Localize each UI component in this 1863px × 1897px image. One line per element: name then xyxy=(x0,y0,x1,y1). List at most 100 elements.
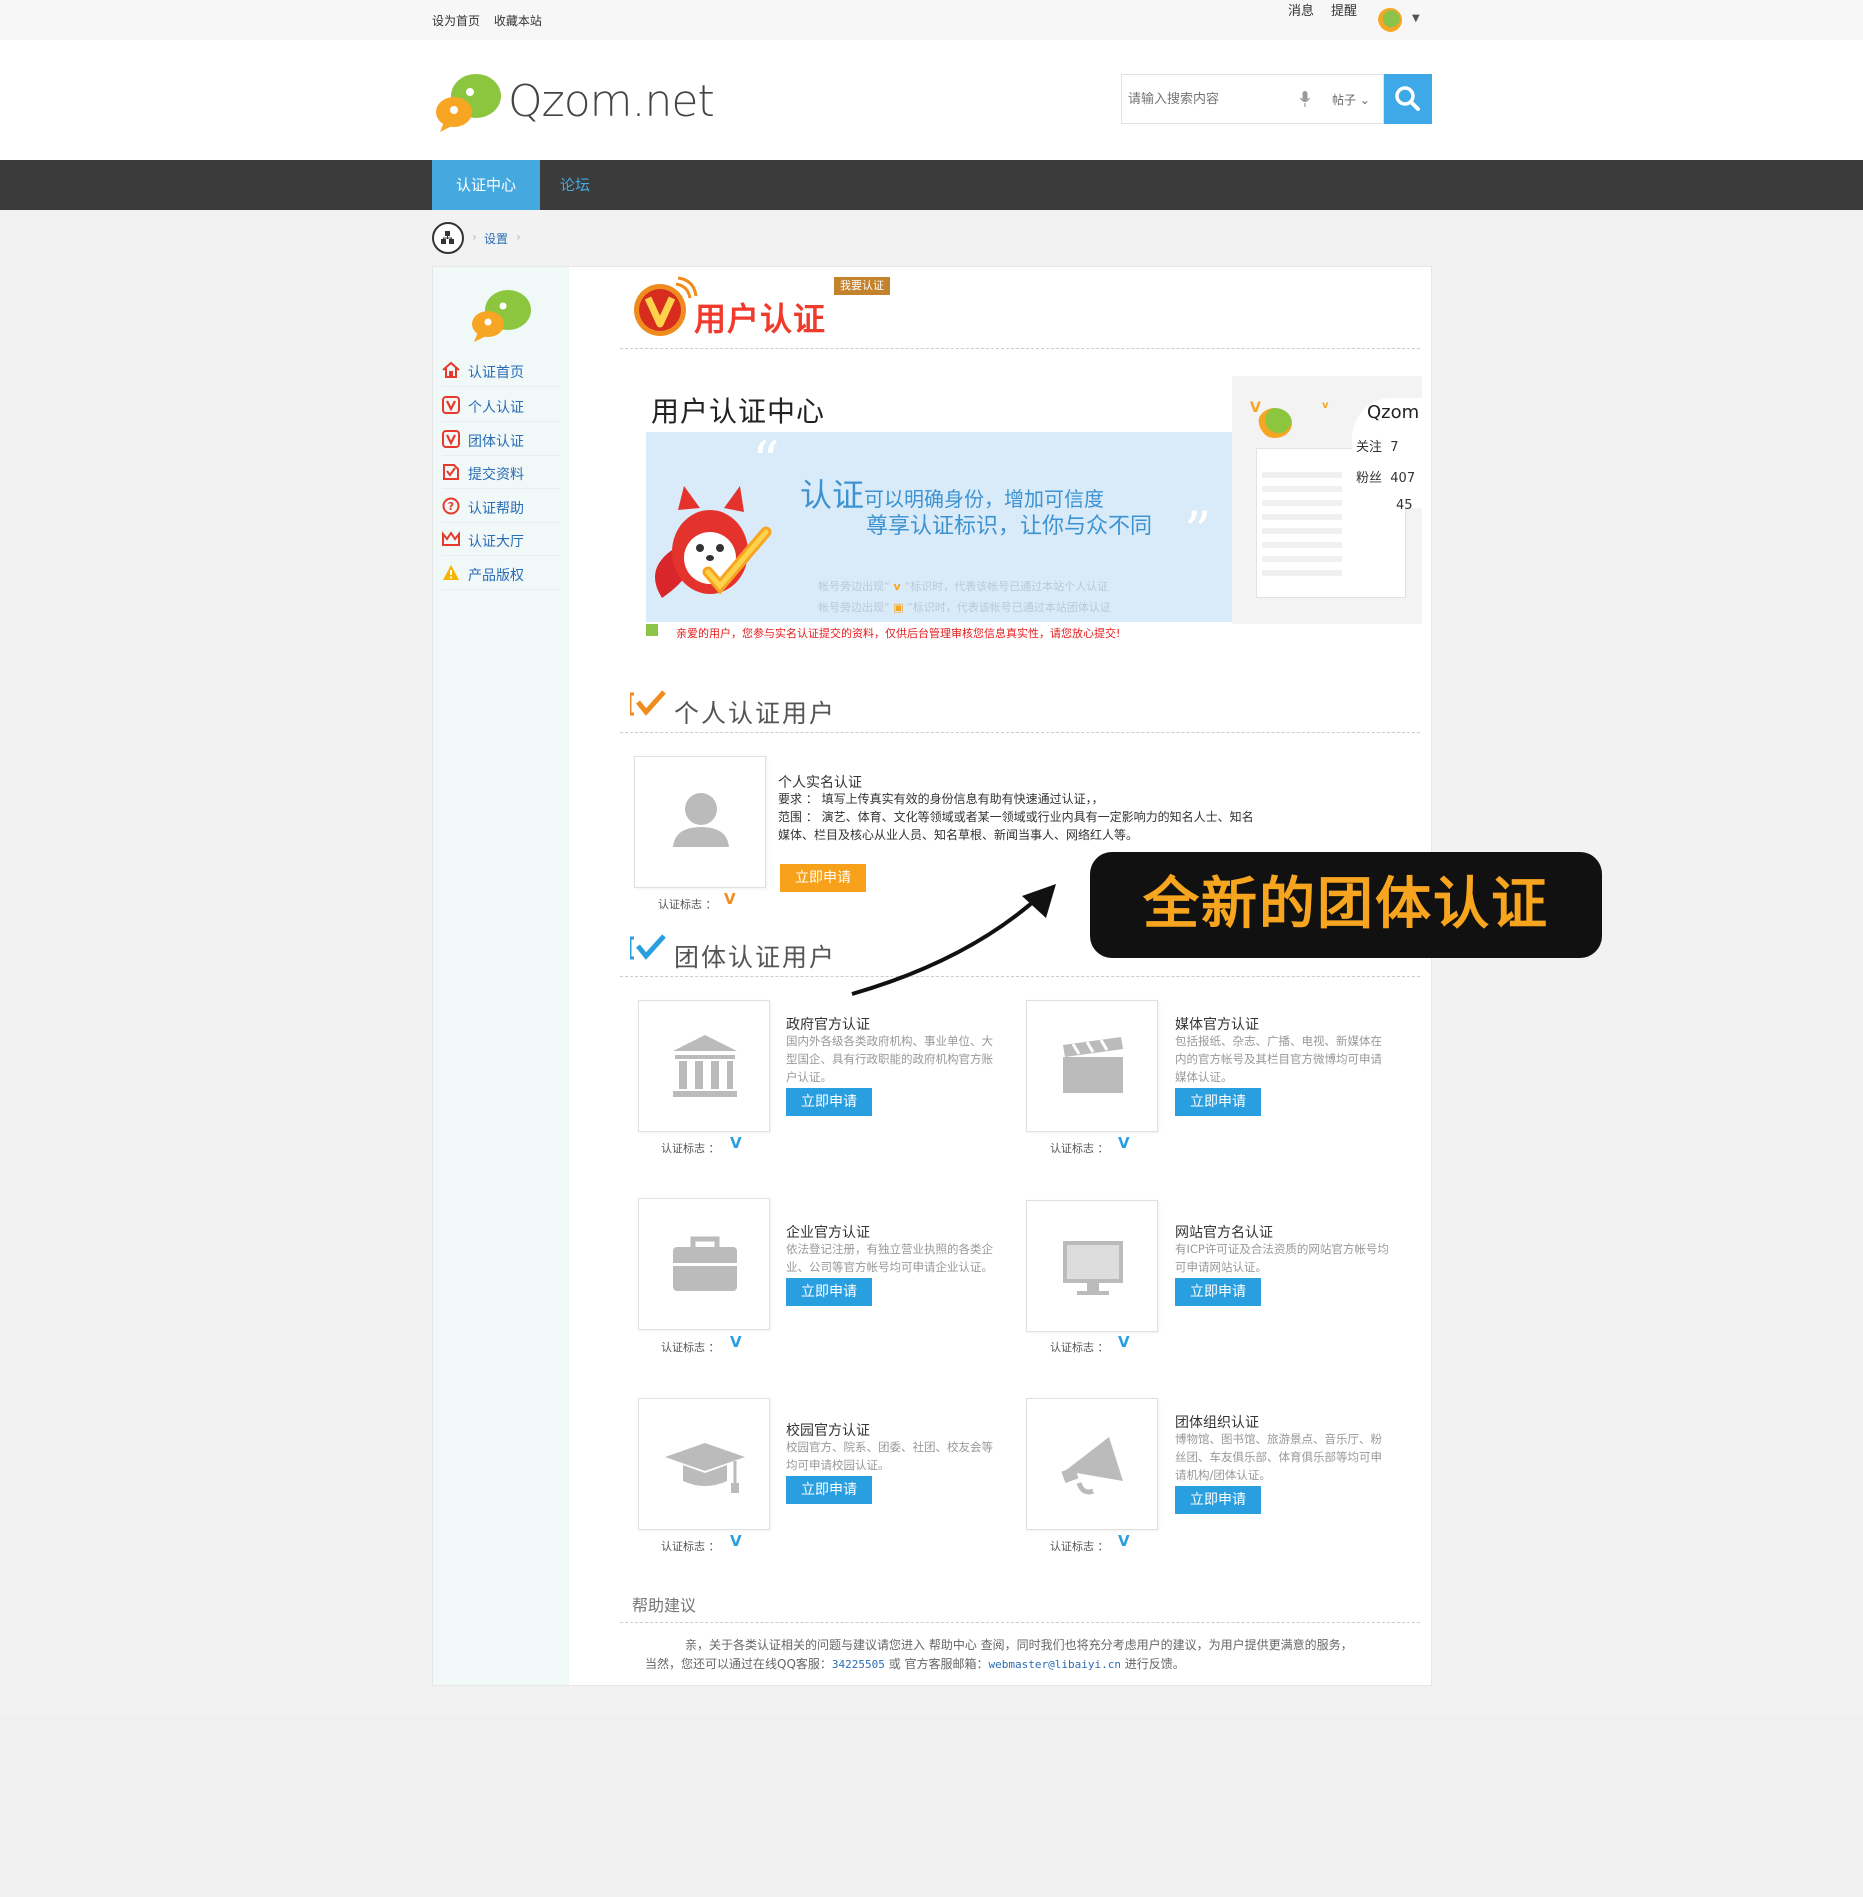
v-blue-icon: V xyxy=(1118,1532,1130,1550)
profile-stat-posts: 45 xyxy=(1396,498,1413,513)
v-badge-icon xyxy=(442,396,460,414)
sidebar-item-label: 认证帮助 xyxy=(468,501,524,517)
sidebar-item-group-cert[interactable]: 团体认证 xyxy=(442,422,560,456)
submit-icon xyxy=(443,464,459,480)
profile-name: Qzom xyxy=(1367,402,1420,423)
v-orange-icon: v xyxy=(889,580,905,593)
messages-link[interactable]: 消息 xyxy=(1288,0,1314,19)
cert-mark-label: 认证标志 ： xyxy=(1050,1540,1109,1553)
website-apply-button[interactable]: 立即申请 xyxy=(1175,1278,1261,1306)
user-silhouette-icon xyxy=(673,793,729,847)
check-blue-icon xyxy=(630,934,666,960)
org-cert-desc-1: 博物馆、图书馆、旅游景点、音乐厅、粉 xyxy=(1175,1432,1382,1446)
enterprise-cert-icon-box xyxy=(638,1198,770,1330)
search-type-select[interactable]: 帖子 ⌄ xyxy=(1332,91,1370,108)
gov-apply-button[interactable]: 立即申请 xyxy=(786,1088,872,1116)
campus-cert-desc-2: 均可申请校园认证。 xyxy=(786,1458,890,1472)
sidebar-item-label: 认证大厅 xyxy=(468,534,524,550)
search-input[interactable] xyxy=(1128,87,1298,111)
main-nav xyxy=(0,160,1863,210)
crown-icon xyxy=(442,531,460,546)
monitor-icon xyxy=(1063,1241,1123,1295)
check-orange-icon xyxy=(630,690,666,716)
org-cert-title: 团体组织认证 xyxy=(1175,1415,1259,1431)
cert-mark-label: 认证标志 ： xyxy=(1050,1341,1109,1354)
sidebar-item-personal-cert[interactable]: 个人认证 xyxy=(442,388,560,422)
sidebar-item-label: 团体认证 xyxy=(468,434,524,450)
reminders-link[interactable]: 提醒 xyxy=(1331,0,1357,19)
header xyxy=(0,40,1863,160)
slogan-highlight: 认证 xyxy=(800,476,865,514)
media-apply-button[interactable]: 立即申请 xyxy=(1175,1088,1261,1116)
v-logo-icon xyxy=(634,276,698,336)
set-home-link[interactable]: 设为首页 xyxy=(432,14,480,28)
bookmark-link[interactable]: 收藏本站 xyxy=(494,14,542,28)
campus-apply-button[interactable]: 立即申请 xyxy=(786,1476,872,1504)
website-cert-icon-box xyxy=(1026,1200,1158,1332)
logo-text[interactable]: Qzom.net xyxy=(508,76,715,127)
enterprise-cert-title: 企业官方认证 xyxy=(786,1225,870,1241)
nav-item-cert-center[interactable]: 认证中心 xyxy=(432,160,540,210)
breadcrumb-current[interactable]: 设置 xyxy=(484,230,508,247)
apply-cert-badge[interactable]: 我要认证 xyxy=(834,277,890,295)
sidebar-item-cert-home[interactable]: 认证首页 xyxy=(442,353,560,387)
email-link[interactable]: webmaster@libaiyi.cn xyxy=(989,1658,1121,1671)
stat-value: 407 xyxy=(1390,471,1416,486)
warning-icon xyxy=(443,565,459,580)
sidebar-item-submit[interactable]: 提交资料 xyxy=(442,455,560,489)
cert-mark-label: 认证标志 ： xyxy=(661,1341,720,1354)
sidebar-item-help[interactable]: ? 认证帮助 xyxy=(442,489,560,523)
privacy-warning: 亲爱的用户，您参与实名认证提交的资料，仅供后台管理审核您信息真实性，请您放心提交… xyxy=(676,627,1121,640)
fox-mascot-icon xyxy=(654,486,772,598)
nav-item-forum[interactable]: 论坛 xyxy=(560,160,590,210)
help-text: 亲，关于各类认证相关的问题与建议请您进入 帮助中心 查阅，同时我们也将充分考虑用… xyxy=(645,1636,1415,1674)
clapperboard-icon xyxy=(1063,1037,1123,1093)
campus-cert-desc-1: 校园官方、院系、团委、社团、校友会等 xyxy=(786,1440,993,1454)
v-blue-icon: V xyxy=(730,1333,742,1351)
gov-cert-desc-2: 型国企、具有行政职能的政府机构官方账 xyxy=(786,1052,993,1066)
top-links: 设为首页 收藏本站 xyxy=(432,12,552,29)
gov-cert-desc-3: 户认证。 xyxy=(786,1070,832,1084)
sidebar-item-copyright[interactable]: 产品版权 xyxy=(442,556,560,590)
microphone-icon[interactable] xyxy=(1300,91,1310,107)
help-text-part: 当然，您还可以通过在线QQ客服： xyxy=(645,1657,832,1671)
speaker-icon xyxy=(646,624,658,636)
enterprise-cert-desc-1: 依法登记注册，有独立营业执照的各类企 xyxy=(786,1242,993,1256)
gov-cert-icon-box xyxy=(638,1000,770,1132)
badge-orange-icon: ▣ xyxy=(889,601,908,614)
media-cert-desc-1: 包括报纸、杂志、广播、电视、新媒体在 xyxy=(1175,1034,1382,1048)
personal-section-title: 个人认证用户 xyxy=(674,699,837,728)
cert-mark-label: 认证标志 ： xyxy=(658,898,717,911)
top-bar: 设为首页 收藏本站 xyxy=(0,0,1863,40)
sidebar-item-hall[interactable]: 认证大厅 xyxy=(442,522,560,556)
enterprise-apply-button[interactable]: 立即申请 xyxy=(786,1278,872,1306)
search-button[interactable] xyxy=(1384,74,1432,124)
media-cert-desc-3: 媒体认证。 xyxy=(1175,1070,1233,1084)
org-cert-icon-box xyxy=(1026,1398,1158,1530)
divider xyxy=(620,348,1420,349)
footer xyxy=(0,1716,1863,1897)
cert-mark-label: 认证标志 ： xyxy=(661,1540,720,1553)
v-orange-icon: v xyxy=(1322,400,1329,411)
search-icon xyxy=(1395,86,1420,111)
note-text: 帐号旁边出现“ xyxy=(818,601,890,614)
qq-link[interactable]: 34225505 xyxy=(832,1658,885,1671)
personal-cert-card-icon-box xyxy=(634,756,766,888)
breadcrumb-home-icon[interactable] xyxy=(432,222,464,254)
v-blue-icon: V xyxy=(730,1532,742,1550)
org-cert-desc-2: 丝团、车友俱乐部、体育俱乐部等均可申 xyxy=(1175,1450,1382,1464)
media-cert-title: 媒体官方认证 xyxy=(1175,1017,1259,1033)
enterprise-cert-desc-2: 业、公司等官方帐号均可申请企业认证。 xyxy=(786,1260,993,1274)
arrow-icon xyxy=(851,884,1056,996)
logo-bubble-icon[interactable] xyxy=(434,70,502,136)
help-title: 帮助建议 xyxy=(632,1596,697,1615)
sidebar-logo-icon xyxy=(472,290,531,342)
org-apply-button[interactable]: 立即申请 xyxy=(1175,1486,1261,1514)
gov-cert-desc-1: 国内外各级各类政府机构、事业单位、大 xyxy=(786,1034,993,1048)
government-building-icon xyxy=(673,1035,737,1097)
chevron-down-icon[interactable]: ▼ xyxy=(1412,13,1420,24)
personal-cert-req: 要求 ： 填写上传真实有效的身份信息有助有快速通过认证，， xyxy=(778,792,1104,806)
user-avatar[interactable] xyxy=(1378,8,1402,32)
v-blue-icon: V xyxy=(1118,1134,1130,1152)
v-orange-icon: V xyxy=(1250,400,1261,416)
